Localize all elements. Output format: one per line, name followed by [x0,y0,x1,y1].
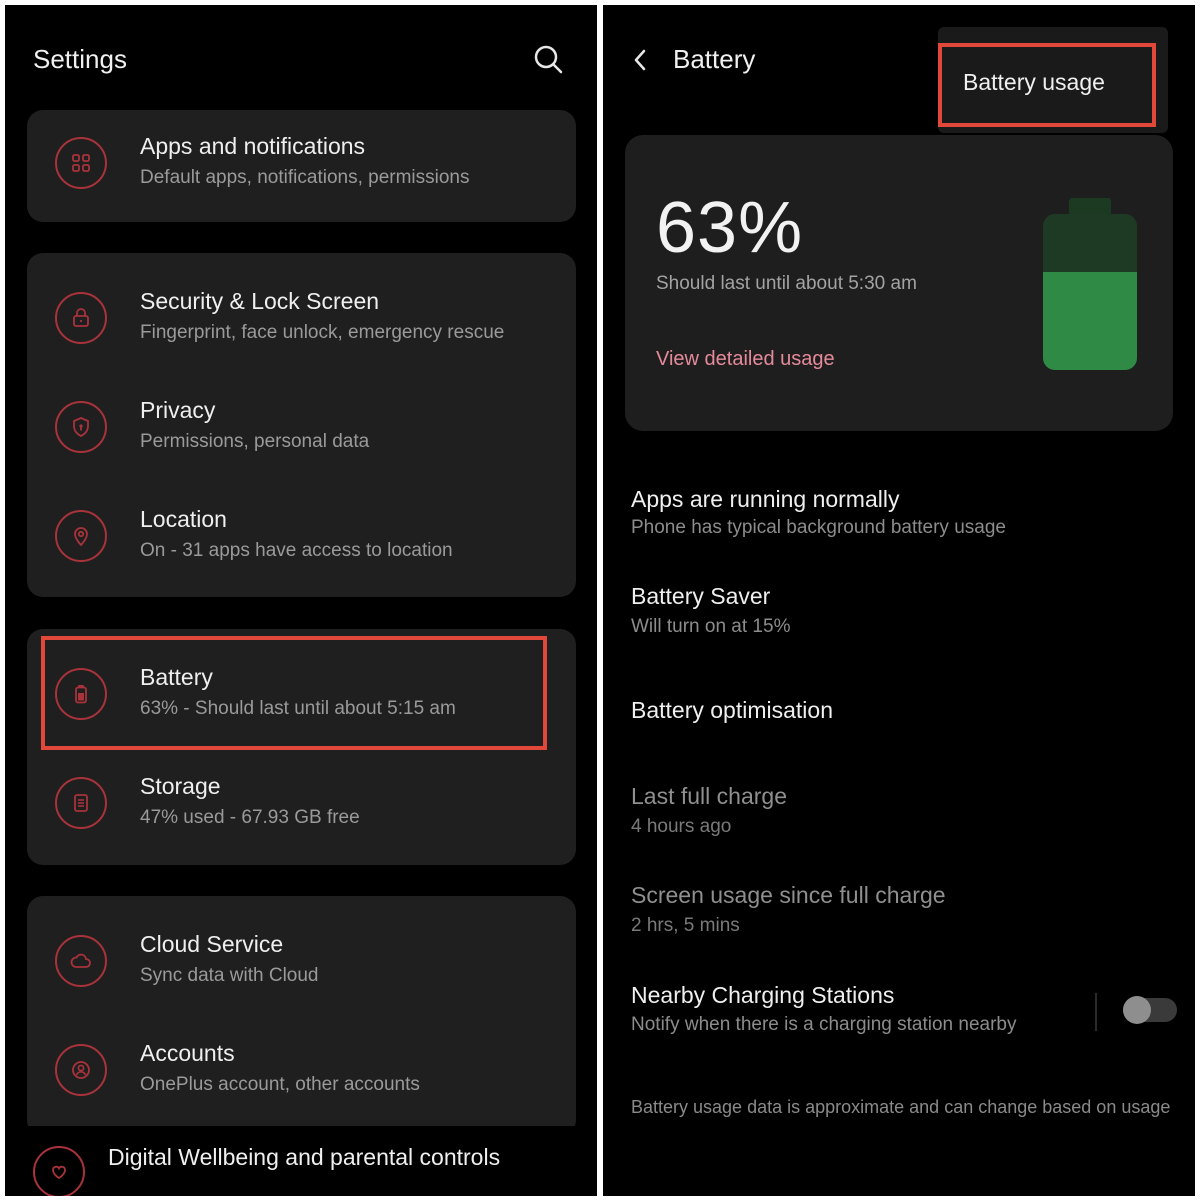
settings-group-security: Security & Lock Screen Fingerprint, face… [27,253,576,597]
back-arrow-icon[interactable] [631,47,651,73]
view-detailed-usage-link[interactable]: View detailed usage [656,348,835,371]
item-subtitle: Permissions, personal data [140,431,370,452]
row-title: Last full charge [631,783,787,809]
settings-item-security[interactable]: Security & Lock Screen Fingerprint, face… [27,263,576,363]
search-icon[interactable] [533,44,563,74]
item-title: Apps and notifications [140,133,366,159]
battery-level-fill [1043,271,1137,370]
row-title: Apps are running normally [631,486,900,512]
item-title: Cloud Service [140,931,284,957]
cloud-icon [55,935,107,987]
item-title: Privacy [140,397,216,423]
toggle-divider [1095,993,1097,1031]
battery-usage-highlight-box [938,43,1156,127]
item-title: Storage [140,773,221,799]
wellbeing-icon [33,1146,85,1196]
row-subtitle: Notify when there is a charging station … [631,1014,1017,1035]
battery-status-card: 63% Should last until about 5:30 am View… [625,135,1173,431]
item-subtitle: 47% used - 67.93 GB free [140,807,360,828]
item-title: Accounts [140,1040,235,1066]
item-subtitle: Fingerprint, face unlock, emergency resc… [140,322,505,343]
settings-group-cloud: Cloud Service Sync data with Cloud Accou… [27,896,576,1136]
item-subtitle: OnePlus account, other accounts [140,1074,420,1095]
item-title: Location [140,506,227,532]
toggle-knob[interactable] [1123,996,1151,1024]
item-title: Digital Wellbeing and parental controls [108,1144,501,1170]
row-title: Battery optimisation [631,697,833,723]
row-title: Nearby Charging Stations [631,982,895,1008]
settings-item-storage[interactable]: Storage 47% used - 67.93 GB free [27,748,576,848]
account-icon [55,1044,107,1096]
item-subtitle: On - 31 apps have access to location [140,540,453,561]
row-subtitle: 4 hours ago [631,816,732,837]
row-title: Screen usage since full charge [631,882,946,908]
item-title: Security & Lock Screen [140,288,380,314]
row-subtitle: Will turn on at 15% [631,616,791,637]
settings-item-digital-wellbeing[interactable]: Digital Wellbeing and parental controls [5,1126,597,1196]
battery-footnote: Battery usage data is approximate and ca… [631,1097,1171,1117]
settings-item-privacy[interactable]: Privacy Permissions, personal data [27,372,576,472]
page-title: Settings [33,44,127,74]
lock-icon [55,292,107,344]
settings-item-accounts[interactable]: Accounts OnePlus account, other accounts [27,1015,576,1115]
settings-group-apps: Apps and notifications Default apps, not… [27,110,576,222]
row-title: Battery Saver [631,583,771,609]
settings-item-location[interactable]: Location On - 31 apps have access to loc… [27,481,576,581]
battery-graphic-icon [1043,214,1137,370]
battery-highlight-box [41,636,547,750]
battery-panel: Battery 63% Should last until about 5:30… [603,5,1195,1196]
item-subtitle: Sync data with Cloud [140,965,319,986]
shield-icon [55,401,107,453]
battery-estimate: Should last until about 5:30 am [656,273,917,294]
page-title: Battery [673,44,756,74]
settings-item-cloud-service[interactable]: Cloud Service Sync data with Cloud [27,906,576,1006]
storage-icon [55,777,107,829]
item-subtitle: Default apps, notifications, permissions [140,167,470,188]
location-pin-icon [55,510,107,562]
row-subtitle: Phone has typical background battery usa… [631,517,1006,538]
settings-panel: Settings Apps and notifications Default … [5,5,597,1196]
settings-item-apps-notifications[interactable]: Apps and notifications Default apps, not… [27,110,576,210]
battery-percentage: 63% [656,188,804,268]
apps-grid-icon [55,137,107,189]
row-subtitle: 2 hrs, 5 mins [631,915,740,936]
